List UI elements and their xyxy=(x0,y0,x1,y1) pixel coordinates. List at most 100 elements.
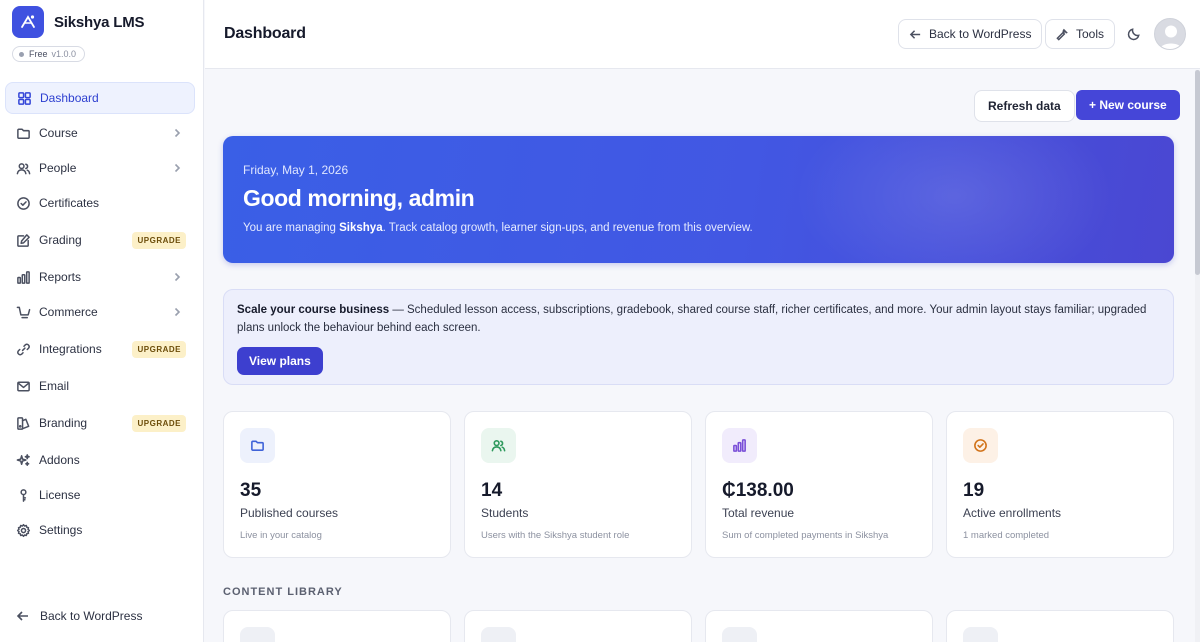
chevron-right-icon xyxy=(171,162,183,174)
sidebar-item-branding[interactable]: Branding UPGRADE xyxy=(5,407,195,439)
sidebar-item-course[interactable]: Course xyxy=(5,117,195,149)
sidebar-item-label: Grading xyxy=(39,233,82,247)
plan-badge: Free v1.0.0 xyxy=(12,46,86,62)
back-to-wordpress-button[interactable]: Back to WordPress xyxy=(898,19,1043,49)
promo-text: Scale your course business — Scheduled l… xyxy=(237,301,1162,337)
library-icon xyxy=(240,627,275,642)
top-bar: Dashboard Back to WordPress Tools xyxy=(205,0,1200,69)
stat-subtext: Live in your catalog xyxy=(240,530,322,541)
upgrade-badge: UPGRADE xyxy=(132,232,186,249)
sparkles-icon xyxy=(15,452,31,468)
hero-greeting: Good morning, admin xyxy=(243,185,475,211)
sidebar-item-commerce[interactable]: Commerce xyxy=(5,296,195,328)
library-card[interactable] xyxy=(223,610,451,642)
sidebar-item-dashboard[interactable]: Dashboard xyxy=(5,82,195,114)
sidebar-item-label: Email xyxy=(39,379,70,393)
upgrade-badge: UPGRADE xyxy=(132,341,186,358)
sidebar-item-integrations[interactable]: Integrations UPGRADE xyxy=(5,333,195,365)
plan-label: Free xyxy=(29,49,48,59)
stat-card-total-revenue[interactable]: ₵138.00 Total revenue Sum of completed p… xyxy=(705,411,933,558)
library-card[interactable] xyxy=(705,610,933,642)
sidebar-item-label: Commerce xyxy=(39,305,98,319)
hero-date: Friday, May 1, 2026 xyxy=(243,163,349,177)
users-icon xyxy=(15,160,31,176)
library-icon xyxy=(481,627,516,642)
arrow-left-icon xyxy=(16,611,28,621)
chevron-right-icon xyxy=(171,127,183,139)
folder-icon xyxy=(240,428,275,463)
hero-desc-prefix: You are managing xyxy=(243,222,340,234)
sidebar-item-people[interactable]: People xyxy=(5,152,195,184)
stat-subtext: 1 marked completed xyxy=(963,530,1050,541)
stat-label: Students xyxy=(481,506,529,520)
users-icon xyxy=(481,428,516,463)
palette-icon xyxy=(15,415,31,431)
tools-label: Tools xyxy=(1076,27,1105,41)
tools-button[interactable]: Tools xyxy=(1045,19,1116,49)
refresh-data-button[interactable]: Refresh data xyxy=(974,90,1075,122)
stat-label: Published courses xyxy=(240,506,339,520)
mail-icon xyxy=(15,378,31,394)
sidebar: Sikshya LMS Free v1.0.0 Dashboard Course… xyxy=(0,0,204,642)
check-circle-icon xyxy=(963,428,998,463)
upgrade-promo: Scale your course business — Scheduled l… xyxy=(223,289,1174,385)
sidebar-item-addons[interactable]: Addons xyxy=(5,444,195,476)
app-name: Sikshya LMS xyxy=(54,13,145,31)
edit-icon xyxy=(15,232,31,248)
view-plans-button[interactable]: View plans xyxy=(237,347,323,375)
promo-title: Scale your course business xyxy=(237,304,390,316)
sidebar-back-link[interactable]: Back to WordPress xyxy=(16,609,142,623)
sidebar-back-label: Back to WordPress xyxy=(40,609,143,623)
library-card[interactable] xyxy=(464,610,692,642)
logo-icon xyxy=(12,6,44,38)
stat-label: Total revenue xyxy=(722,506,795,520)
scrollbar-thumb[interactable] xyxy=(1195,70,1200,275)
stat-subtext: Sum of completed payments in Sikshya xyxy=(722,530,889,541)
sidebar-item-label: Integrations xyxy=(39,342,102,356)
stat-value: 19 xyxy=(963,480,985,501)
sidebar-item-settings[interactable]: Settings xyxy=(5,514,195,546)
wrench-icon xyxy=(1056,28,1068,41)
sidebar-item-label: Dashboard xyxy=(40,91,99,105)
welcome-banner: Friday, May 1, 2026 Good morning, admin … xyxy=(223,136,1174,263)
sidebar-item-label: Branding xyxy=(39,416,88,430)
sidebar-item-label: Certificates xyxy=(39,196,100,210)
main-content: Refresh data + New course Friday, May 1,… xyxy=(205,70,1195,642)
link-icon xyxy=(15,341,31,357)
status-dot xyxy=(19,51,24,57)
stat-card-students[interactable]: 14 Students Users with the Sikshya stude… xyxy=(464,411,692,558)
chevron-right-icon xyxy=(171,271,183,283)
chevron-right-icon xyxy=(171,306,183,318)
hero-desc-site: Sikshya xyxy=(339,222,383,234)
sidebar-item-certificates[interactable]: Certificates xyxy=(5,187,195,219)
stat-label: Active enrollments xyxy=(963,506,1062,520)
scrollbar[interactable] xyxy=(1195,70,1200,642)
sidebar-item-reports[interactable]: Reports xyxy=(5,261,195,293)
stat-card-published-courses[interactable]: 35 Published courses Live in your catalo… xyxy=(223,411,451,558)
library-card[interactable] xyxy=(946,610,1174,642)
moon-icon[interactable] xyxy=(1127,26,1142,41)
hero-desc-suffix: . Track catalog growth, learner sign-ups… xyxy=(382,222,753,234)
version-label: v1.0.0 xyxy=(51,49,77,59)
sidebar-item-email[interactable]: Email xyxy=(5,370,195,402)
sidebar-item-label: License xyxy=(39,488,81,502)
sidebar-item-grading[interactable]: Grading UPGRADE xyxy=(5,224,195,256)
sidebar-item-label: Addons xyxy=(39,453,80,467)
gear-icon xyxy=(15,522,31,538)
cart-icon xyxy=(15,304,31,320)
back-to-wordpress-label: Back to WordPress xyxy=(929,27,1032,41)
new-course-button[interactable]: + New course xyxy=(1076,90,1180,120)
folder-icon xyxy=(15,125,31,141)
library-icon xyxy=(963,627,998,642)
hero-description: You are managing Sikshya. Track catalog … xyxy=(243,222,753,234)
stat-value: 14 xyxy=(481,480,503,501)
avatar[interactable] xyxy=(1154,18,1186,50)
stat-value: 35 xyxy=(240,480,262,501)
stat-card-active-enrollments[interactable]: 19 Active enrollments 1 marked completed xyxy=(946,411,1174,558)
brand[interactable]: Sikshya LMS xyxy=(12,6,145,38)
library-icon xyxy=(722,627,757,642)
upgrade-badge: UPGRADE xyxy=(132,415,186,432)
stat-value: ₵138.00 xyxy=(722,480,794,501)
dashboard-icon xyxy=(16,90,32,106)
sidebar-item-license[interactable]: License xyxy=(5,479,195,511)
